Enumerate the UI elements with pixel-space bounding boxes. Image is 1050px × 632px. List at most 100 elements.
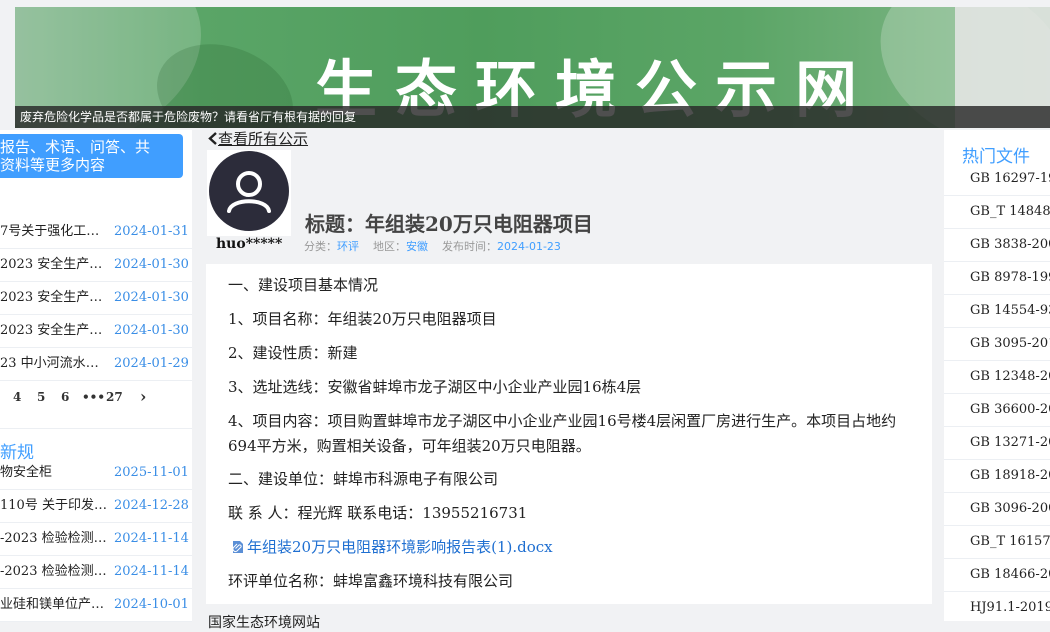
list-item[interactable]: 业硅和镁单位产品能耗 2024-10-01 <box>0 588 192 622</box>
hot-file-item[interactable]: GB 3096-2008 <box>944 492 1050 526</box>
hot-file-name[interactable]: GB 36600-2018 <box>970 393 1050 426</box>
list-item-title[interactable]: 业硅和镁单位产品能耗 <box>0 588 108 621</box>
hot-file-name[interactable]: GB 12348-2008 <box>970 360 1050 393</box>
list-item[interactable]: 物安全柜 2025-11-01 <box>0 456 192 490</box>
avatar[interactable] <box>209 151 289 231</box>
meta-time-label: 发布时间： <box>442 240 497 253</box>
pagination: 4 5 6 ••• 27 › <box>0 380 192 414</box>
list-item-title[interactable]: -2023 检验检测机构要求 <box>0 555 108 588</box>
content-line: 2、建设性质：新建 <box>228 344 358 362</box>
promo-button[interactable]: 报告、术语、问答、共 资料等更多内容 <box>0 134 183 178</box>
page-ellipsis: ••• <box>82 390 106 404</box>
hot-file-name[interactable]: GB 3095-2012 <box>970 327 1050 360</box>
promo-line: 资料等更多内容 <box>0 156 106 174</box>
list-item-title[interactable]: 2023 安全生产技术规范 <box>0 248 108 281</box>
hot-file-name[interactable]: GB 18466-2005 <box>970 558 1050 591</box>
attachment-link[interactable]: 年组装20万只电阻器环境影响报告表(1).docx <box>232 535 553 560</box>
page-link[interactable]: 4 <box>13 380 21 414</box>
hot-file-name[interactable]: GB 8978-1996 <box>970 261 1050 294</box>
list-item[interactable]: -2023 检验检测机构要求 2024-11-14 <box>0 522 192 556</box>
avatar-frame <box>207 150 291 236</box>
list-item-title[interactable]: 23 中小河流水生态调查 <box>0 347 108 380</box>
meta-category-label: 分类： <box>304 240 337 253</box>
hot-file-item[interactable]: GB 16297-1996 <box>944 162 1050 196</box>
right-sidebar: 热门文件 GB 16297-1996 GB_T 14848-2017 GB 38… <box>944 130 1050 621</box>
list-item[interactable]: 2023 安全生产技术规范 2024-01-30 <box>0 248 192 282</box>
list-item-date: 2025-11-01 <box>114 465 189 480</box>
hot-file-name[interactable]: GB 3096-2008 <box>970 492 1050 525</box>
left-sidebar: 报告、术语、问答、共 资料等更多内容 7号关于强化工业产品质量安全 2024-0… <box>0 130 192 622</box>
hot-file-item[interactable]: GB 3095-2012 <box>944 327 1050 361</box>
list-item-title[interactable]: 110号 关于印发相关规定 <box>0 489 108 522</box>
list-item-title[interactable]: -2023 检验检测机构要求 <box>0 522 108 555</box>
hot-file-name[interactable]: GB 13271-2014 <box>970 426 1050 459</box>
page-link[interactable]: 6 <box>61 380 69 414</box>
list-item-date: 2024-01-30 <box>114 257 189 272</box>
hot-file-item[interactable]: GB 36600-2018 <box>944 393 1050 427</box>
list-item[interactable]: 110号 关于印发相关规定 2024-12-28 <box>0 489 192 523</box>
list-item[interactable]: 2023 安全生产技术规范 2024-01-30 <box>0 314 192 348</box>
author-name: huo***** <box>216 236 283 252</box>
post-content: 一、建设项目基本情况 1、项目名称：年组装20万只电阻器项目 2、建设性质：新建… <box>206 264 932 604</box>
hot-file-item[interactable]: GB 14554-93 <box>944 294 1050 328</box>
attachment-file-icon <box>232 541 243 553</box>
attachment-name: 年组装20万只电阻器环境影响报告表(1).docx <box>247 538 553 556</box>
list-item[interactable]: -2023 检验检测机构要求 2024-11-14 <box>0 555 192 589</box>
post-title: 标题：年组装20万只电阻器项目 <box>305 212 593 236</box>
meta-category[interactable]: 环评 <box>337 240 359 253</box>
list-item-title[interactable]: 2023 安全生产技术规范 <box>0 314 108 347</box>
list-item-date: 2024-01-30 <box>114 290 189 305</box>
list-item-date: 2024-01-29 <box>114 356 189 371</box>
hot-file-item[interactable]: GB 18918-2002 <box>944 459 1050 493</box>
content-line: 一、建设项目基本情况 <box>228 276 379 294</box>
chevron-left-icon <box>208 132 217 145</box>
page-link[interactable]: 27 <box>106 380 123 414</box>
meta-region-label: 地区： <box>373 240 406 253</box>
meta-time: 2024-01-23 <box>497 240 561 253</box>
hot-file-name[interactable]: HJ91.1-2019 污 <box>970 591 1050 621</box>
content-line: 联 系 人：程光辉 联系电话：13955216731 <box>228 504 528 522</box>
list-item-date: 2024-10-01 <box>114 597 189 612</box>
list-item-date: 2024-11-14 <box>114 564 189 579</box>
list-item-date: 2024-01-30 <box>114 323 189 338</box>
list-item-date: 2024-11-14 <box>114 531 189 546</box>
back-link-label: 查看所有公示 <box>218 130 309 148</box>
list-item-date: 2024-01-31 <box>114 224 189 239</box>
hot-file-name[interactable]: GB 3838-2002 <box>970 228 1050 261</box>
hot-file-name[interactable]: GB_T 14848-2017 <box>970 195 1050 228</box>
notice-ticker[interactable]: 废弃危险化学品是否都属于危险废物？请看省厅有根有据的回复 <box>15 106 1050 128</box>
back-to-all-link[interactable]: 查看所有公示 <box>208 128 308 149</box>
list-item-date: 2024-12-28 <box>114 498 189 513</box>
footer-section-title: 国家生态环境网站 <box>208 615 320 631</box>
hot-file-item[interactable]: GB_T 16157-1996 <box>944 525 1050 559</box>
hot-file-item[interactable]: GB_T 14848-2017 <box>944 195 1050 229</box>
meta-region[interactable]: 安徽 <box>406 240 428 253</box>
promo-line: 报告、术语、问答、共 <box>0 138 151 156</box>
hot-file-item[interactable]: GB 12348-2008 <box>944 360 1050 394</box>
user-icon <box>227 171 271 213</box>
post-meta: 分类：环评 地区：安徽 发布时间：2024-01-23 <box>304 238 561 254</box>
content-line: 环评单位名称：蚌埠富鑫环境科技有限公司 <box>228 572 514 590</box>
content-line: 4、项目内容：项目购置蚌埠市龙子湖区中小企业产业园16号楼4层闲置厂房进行生产。… <box>228 412 897 455</box>
page-link[interactable]: 5 <box>37 380 45 414</box>
list-item[interactable]: 23 中小河流水生态调查 2024-01-29 <box>0 347 192 381</box>
divider <box>0 428 192 429</box>
hot-file-item[interactable]: HJ91.1-2019 污 <box>944 591 1050 621</box>
list-item[interactable]: 2023 安全生产技术规范 2024-01-30 <box>0 281 192 315</box>
content-line: 3、选址选线：安徽省蚌埠市龙子湖区中小企业产业园16栋4层 <box>228 378 642 396</box>
hot-file-item[interactable]: GB 8978-1996 <box>944 261 1050 295</box>
hot-file-name[interactable]: GB 18918-2002 <box>970 459 1050 492</box>
hot-file-name[interactable]: GB 16297-1996 <box>970 162 1050 195</box>
content-line: 1、项目名称：年组装20万只电阻器项目 <box>228 310 497 328</box>
list-item-title[interactable]: 物安全柜 <box>0 456 108 489</box>
hot-file-item[interactable]: GB 13271-2014 <box>944 426 1050 460</box>
list-item-title[interactable]: 2023 安全生产技术规范 <box>0 281 108 314</box>
hot-file-item[interactable]: GB 3838-2002 <box>944 228 1050 262</box>
hot-file-item[interactable]: GB 18466-2005 <box>944 558 1050 592</box>
list-item[interactable]: 7号关于强化工业产品质量安全 2024-01-31 <box>0 215 192 249</box>
content-line: 二、建设单位：蚌埠市科源电子有限公司 <box>228 470 499 488</box>
next-page-icon[interactable]: › <box>140 380 146 414</box>
hot-file-name[interactable]: GB_T 16157-1996 <box>970 525 1050 558</box>
list-item-title[interactable]: 7号关于强化工业产品质量安全 <box>0 215 108 248</box>
hot-file-name[interactable]: GB 14554-93 <box>970 294 1050 327</box>
